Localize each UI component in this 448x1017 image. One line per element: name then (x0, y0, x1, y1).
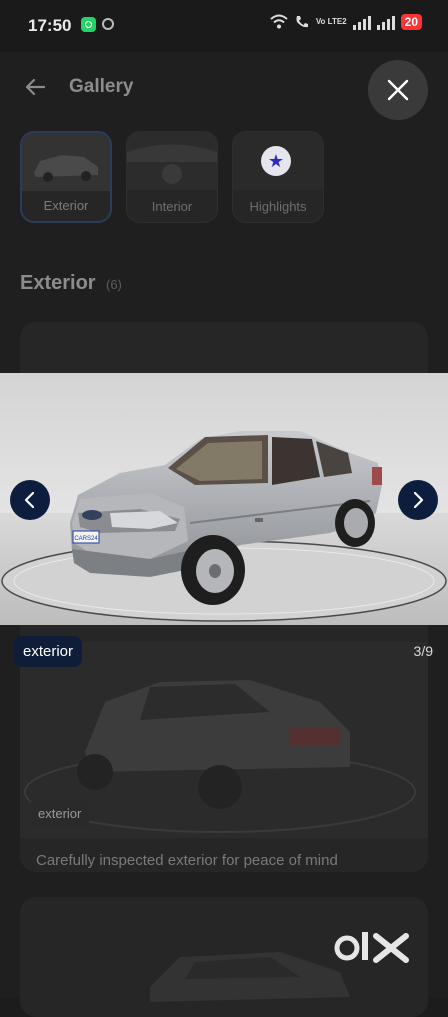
close-icon (387, 79, 409, 101)
system-icons: Vo LTE2 20 (270, 14, 422, 30)
tab-exterior[interactable]: Exterior (20, 131, 112, 223)
car-thumbnail-icon (22, 133, 110, 191)
status-time: 17:50 (28, 16, 72, 35)
olx-logo (334, 932, 409, 963)
image-category-label: exterior (14, 636, 83, 667)
image-counter: 3/9 (413, 643, 433, 659)
volte-indicator: Vo LTE2 (315, 17, 347, 26)
battery-indicator: 20 (400, 14, 422, 30)
notification-icon (102, 18, 114, 30)
star-icon: ★ (261, 146, 291, 176)
tab-interior[interactable]: Interior (126, 131, 218, 223)
whatsapp-icon (81, 17, 96, 32)
section-title: Exterior (20, 272, 96, 294)
plate-text: CARS24 (74, 536, 98, 542)
gallery-tabs: Exterior Interior ★ Highlights (20, 131, 324, 223)
exterior-thumbnail (22, 133, 110, 191)
call-icon (296, 16, 308, 28)
interior-thumbnail (127, 132, 217, 190)
gallery-main-image[interactable]: CARS24 (0, 373, 448, 625)
tab-interior-label: Interior (151, 199, 193, 214)
next-image-button[interactable] (398, 480, 438, 520)
chevron-left-icon (24, 491, 35, 509)
close-button[interactable] (368, 60, 428, 120)
wifi-icon (270, 14, 288, 29)
section-count: (6) (106, 277, 122, 292)
interior-thumbnail-art (127, 132, 217, 190)
status-bar: 17:50 Vo LTE2 20 (0, 0, 448, 52)
card-caption: Carefully inspected exterior for peace o… (36, 852, 338, 869)
tab-highlights-label: Highlights (249, 199, 307, 214)
car-photo: CARS24 (0, 373, 448, 625)
chevron-right-icon (413, 491, 424, 509)
signal-icon-2 (376, 14, 395, 30)
previous-image-button[interactable] (10, 480, 50, 520)
signal-icon-1 (352, 14, 371, 30)
tab-highlights[interactable]: ★ Highlights (232, 131, 324, 223)
tab-exterior-label: Exterior (43, 198, 89, 213)
back-arrow-icon[interactable] (24, 76, 46, 98)
card-badge: exterior (30, 800, 90, 827)
highlights-thumbnail: ★ (233, 132, 323, 190)
page-title: Gallery (69, 76, 134, 97)
